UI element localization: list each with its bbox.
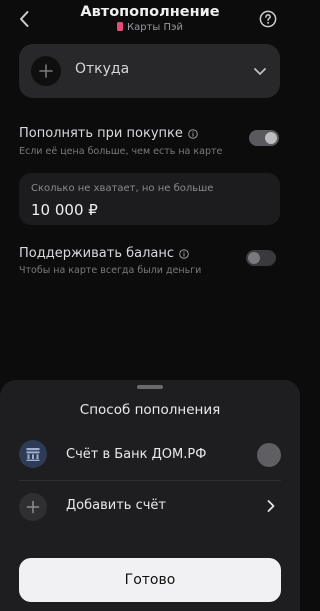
toggle-knob xyxy=(248,252,260,264)
page-subtitle: Карты Пэй xyxy=(0,22,300,33)
limit-placeholder: Сколько не хватает, но не больше xyxy=(31,183,214,194)
sheet-title: Способ пополнения xyxy=(79,402,221,418)
source-select[interactable]: Откуда xyxy=(19,44,280,98)
toggle-knob xyxy=(265,132,277,144)
keep-balance-title: Поддерживать баланс xyxy=(19,246,189,261)
add-account-label: Добавить счёт xyxy=(66,498,166,513)
account-radio[interactable] xyxy=(257,443,281,467)
chevron-down-icon xyxy=(254,68,266,75)
sheet-grabber[interactable] xyxy=(137,385,163,389)
card-name: Карты Пэй xyxy=(127,22,183,33)
topup-on-purchase-label: Пополнять при покупке xyxy=(19,126,183,141)
keep-balance-toggle[interactable] xyxy=(246,250,276,266)
bank-logo-icon xyxy=(19,440,47,468)
source-label: Откуда xyxy=(75,61,130,77)
keep-balance-label: Поддерживать баланс xyxy=(19,246,175,261)
page-title: Автопополнение xyxy=(80,4,220,20)
topup-on-purchase-description: Если её цена больше, чем есть на карте xyxy=(19,146,223,157)
limit-value: 10 000 ₽ xyxy=(31,201,98,219)
bank-account-label: Счёт в Банк ДОМ.РФ xyxy=(66,447,207,462)
help-icon[interactable] xyxy=(259,10,277,28)
bank-account-option[interactable]: Счёт в Банк ДОМ.РФ xyxy=(19,437,281,473)
info-icon[interactable] xyxy=(179,248,189,259)
divider xyxy=(19,480,281,481)
keep-balance-description: Чтобы на карте всегда были деньги xyxy=(19,265,202,276)
done-button[interactable]: Готово xyxy=(19,558,281,602)
add-account-option[interactable]: Добавить счёт xyxy=(19,490,281,522)
chevron-right-icon xyxy=(267,500,275,512)
limit-input[interactable]: Сколько не хватает, но не больше 10 000 … xyxy=(19,173,280,225)
info-icon[interactable] xyxy=(188,128,198,139)
plus-icon xyxy=(19,493,47,521)
card-icon xyxy=(117,22,123,31)
topup-on-purchase-title: Пополнять при покупке xyxy=(19,126,198,141)
source-add-icon xyxy=(31,56,61,86)
topup-on-purchase-toggle[interactable] xyxy=(249,130,279,146)
